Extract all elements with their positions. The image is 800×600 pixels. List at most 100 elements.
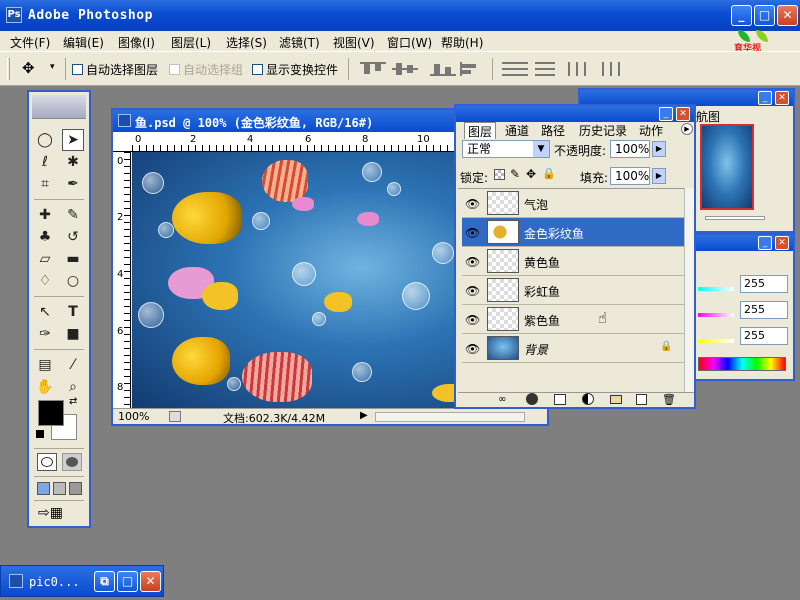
layers-close-button[interactable]: ✕	[676, 107, 690, 121]
maximize-button[interactable]: □	[754, 5, 775, 26]
marquee-tool-icon[interactable]: ◯	[34, 129, 56, 151]
close-button[interactable]: ✕	[140, 571, 161, 592]
lock-all-icon[interactable]: 🔒	[542, 167, 556, 180]
eye-icon[interactable]: 👁	[465, 313, 480, 327]
distribute-vertical-centers-icon[interactable]	[532, 62, 560, 76]
menu-filter[interactable]: 滤镜(T)	[279, 34, 320, 51]
navigator-close-button[interactable]: ✕	[775, 91, 789, 105]
red-value-input[interactable]: 255	[740, 275, 788, 293]
quick-mask-mode-button[interactable]	[62, 453, 82, 471]
new-group-icon[interactable]	[610, 395, 622, 404]
blue-value-input[interactable]: 255	[740, 327, 788, 345]
menu-view[interactable]: 视图(V)	[333, 34, 375, 51]
default-colors-icon[interactable]	[36, 430, 44, 438]
eye-icon[interactable]: 👁	[465, 226, 480, 240]
notes-tool-icon[interactable]: ▤	[34, 354, 56, 376]
move-tool-preset-icon[interactable]: ✥	[22, 59, 35, 77]
restore-button[interactable]: ⧉	[94, 571, 115, 592]
fill-slider-arrow[interactable]: ▶	[652, 168, 666, 184]
distribute-right-icon[interactable]	[598, 62, 626, 76]
tab-history[interactable]: 历史记录	[576, 122, 630, 139]
zoom-level[interactable]: 100%	[118, 410, 149, 423]
tab-layers[interactable]: 图层	[464, 122, 497, 139]
blue-slider-track[interactable]	[698, 339, 734, 343]
gradient-tool-icon[interactable]: ▬	[62, 248, 84, 270]
menu-file[interactable]: 文件(F)	[10, 34, 50, 51]
menu-window[interactable]: 窗口(W)	[387, 34, 432, 51]
hand-tool-icon[interactable]: ✋	[34, 376, 56, 398]
status-arrow-icon[interactable]: ▶	[360, 410, 368, 421]
layer-row-bubbles[interactable]: 👁 气泡	[462, 189, 684, 218]
navigator-thumbnail[interactable]	[700, 124, 754, 210]
auto-select-group-checkbox[interactable]	[169, 64, 180, 75]
distribute-left-icon[interactable]	[568, 62, 596, 76]
pen-tool-icon[interactable]: ✑	[34, 323, 56, 345]
red-slider-track[interactable]	[698, 287, 734, 291]
color-close-button[interactable]: ✕	[775, 236, 789, 250]
layer-style-icon[interactable]	[526, 393, 538, 405]
eye-icon[interactable]: 👁	[465, 342, 480, 356]
green-slider-track[interactable]	[698, 313, 734, 317]
layers-minimize-button[interactable]: _	[659, 107, 673, 121]
blur-tool-icon[interactable]: ♢	[34, 270, 56, 292]
color-spectrum-bar[interactable]	[698, 357, 786, 371]
lasso-tool-icon[interactable]: ℓ	[34, 151, 56, 173]
adjustment-layer-icon[interactable]	[582, 393, 594, 405]
dodge-tool-icon[interactable]: ○	[62, 270, 84, 292]
horizontal-scrollbar[interactable]	[375, 412, 525, 422]
eye-icon[interactable]: 👁	[465, 197, 480, 211]
distribute-top-icon[interactable]	[502, 62, 530, 76]
menu-select[interactable]: 选择(S)	[226, 34, 267, 51]
magic-wand-tool-icon[interactable]: ✱	[62, 151, 84, 173]
jump-to-imageready-icon[interactable]: ⇨▦	[38, 505, 80, 523]
clone-stamp-tool-icon[interactable]: ♣	[34, 226, 56, 248]
eyedropper-tool-icon[interactable]: ⁄	[62, 354, 84, 376]
healing-brush-tool-icon[interactable]: ✚	[34, 204, 56, 226]
toolbox-header-feather-icon[interactable]	[32, 95, 86, 119]
lock-position-icon[interactable]: ✥	[526, 167, 536, 181]
align-bottom-edges-icon[interactable]	[430, 62, 458, 76]
tab-actions[interactable]: 动作	[636, 122, 666, 139]
type-tool-icon[interactable]: T	[62, 301, 84, 323]
crop-tool-icon[interactable]: ⌗	[34, 173, 56, 195]
full-screen-mode-button[interactable]	[69, 482, 82, 495]
chevron-down-icon[interactable]: ▼	[533, 141, 549, 157]
layer-mask-icon[interactable]	[554, 394, 566, 405]
status-menu-icon[interactable]	[169, 411, 181, 422]
zoom-tool-icon[interactable]: ⌕	[62, 376, 84, 398]
lock-transparency-icon[interactable]	[494, 169, 505, 180]
new-layer-icon[interactable]	[636, 394, 647, 405]
vertical-ruler[interactable]: 0 2 4 6 8	[113, 152, 131, 408]
full-screen-menu-mode-button[interactable]	[53, 482, 66, 495]
color-minimize-button[interactable]: _	[758, 236, 772, 250]
menu-edit[interactable]: 编辑(E)	[63, 34, 104, 51]
align-top-edges-icon[interactable]	[360, 62, 388, 76]
eraser-tool-icon[interactable]: ▱	[34, 248, 56, 270]
layer-row-purple-fish[interactable]: 👁 紫色鱼 ☝	[462, 305, 684, 334]
minimized-document-bar[interactable]: pic0... ⧉ □ ✕	[0, 565, 164, 597]
link-layers-icon[interactable]: ∞	[498, 394, 506, 405]
trash-icon[interactable]: 🗑	[662, 393, 676, 406]
swap-colors-icon[interactable]: ⇄	[69, 396, 77, 407]
green-value-input[interactable]: 255	[740, 301, 788, 319]
navigator-zoom-slider[interactable]	[705, 216, 765, 220]
blend-mode-select[interactable]: 正常 ▼	[462, 140, 550, 158]
maximize-button[interactable]: □	[117, 571, 138, 592]
history-brush-tool-icon[interactable]: ↺	[62, 226, 84, 248]
shape-tool-icon[interactable]: ■	[62, 323, 84, 345]
layer-row-background[interactable]: 👁 背景 🔒	[462, 334, 684, 363]
align-vertical-centers-icon[interactable]	[392, 62, 420, 76]
slice-tool-icon[interactable]: ✒	[62, 173, 84, 195]
options-grip[interactable]	[7, 58, 10, 80]
menu-layer[interactable]: 图层(L)	[171, 34, 211, 51]
eye-icon[interactable]: 👁	[465, 255, 480, 269]
navigator-minimize-button[interactable]: _	[758, 91, 772, 105]
close-button[interactable]: ✕	[777, 5, 798, 26]
eye-icon[interactable]: 👁	[465, 284, 480, 298]
auto-select-layer-checkbox[interactable]	[72, 64, 83, 75]
menu-help[interactable]: 帮助(H)	[441, 34, 483, 51]
move-tool-icon[interactable]: ➤	[62, 129, 84, 151]
panel-menu-icon[interactable]: ▶	[681, 123, 693, 135]
brush-tool-icon[interactable]: ✎	[62, 204, 84, 226]
navigator-tab[interactable]: 航图	[696, 108, 720, 125]
